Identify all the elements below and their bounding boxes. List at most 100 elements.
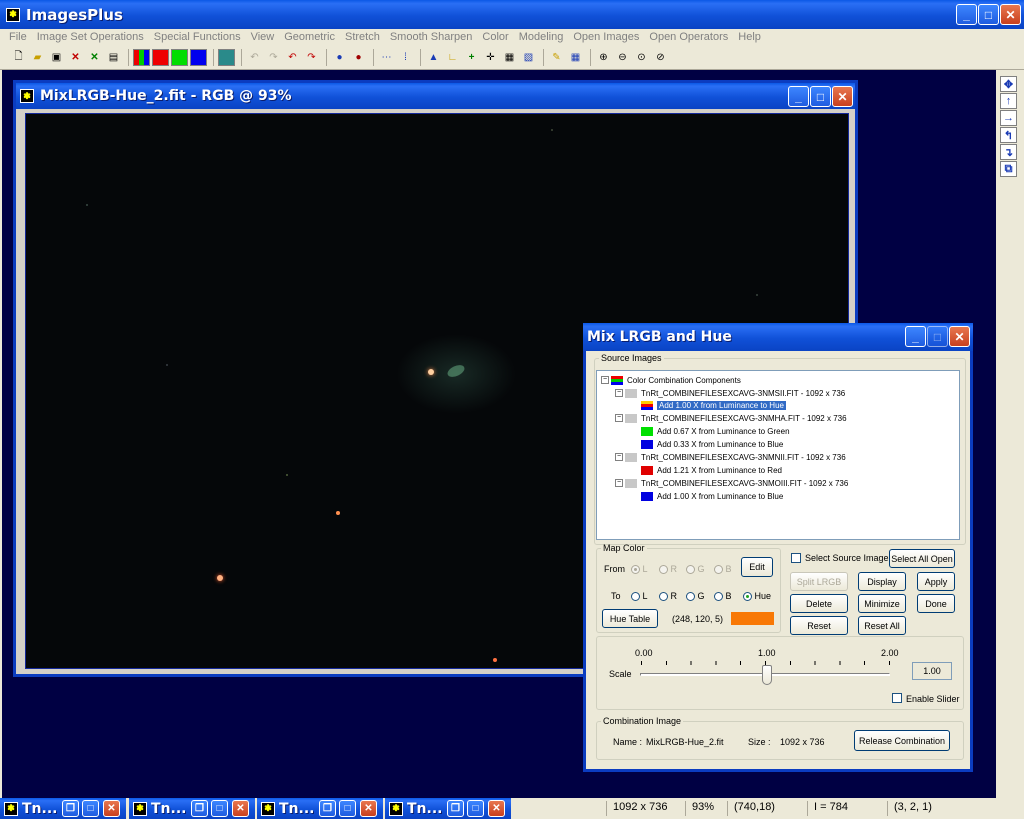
restore-icon[interactable]: ❐	[447, 800, 464, 817]
tree-root[interactable]: − Color Combination Components	[601, 374, 741, 386]
reset-button[interactable]: Reset	[790, 616, 848, 635]
save-icon[interactable]: ▣	[48, 49, 65, 66]
tree-file[interactable]: − TnRt_COMBINEFILESEXCAVG-3NMOIII.FIT - …	[615, 477, 848, 489]
release-combination-button[interactable]: Release Combination	[854, 730, 950, 751]
tree-file[interactable]: − TnRt_COMBINEFILESEXCAVG-3NMNII.FIT - 1…	[615, 451, 846, 463]
scale-thumb[interactable]	[762, 665, 772, 685]
from-radio-r[interactable]: R	[659, 564, 677, 575]
from-radio-g[interactable]: G	[686, 564, 705, 575]
redo-icon[interactable]: ↷	[303, 49, 320, 66]
tree-operation[interactable]: Add 0.33 X from Luminance to Blue	[641, 438, 783, 450]
redo-disabled-icon[interactable]: ↷	[265, 49, 282, 66]
close-icon[interactable]: ✕	[488, 800, 505, 817]
grid-icon[interactable]	[218, 48, 235, 66]
arrow-turn-left-icon[interactable]: ↰	[1000, 127, 1017, 143]
zoom-actual-icon[interactable]: ⊘	[652, 49, 669, 66]
image-maximize-icon[interactable]: □	[810, 86, 831, 107]
zoom-in-icon[interactable]: ⊕	[595, 49, 612, 66]
menu-geometric[interactable]: Geometric	[279, 31, 340, 43]
image-minimize-icon[interactable]: _	[788, 86, 809, 107]
red-drop-icon[interactable]: ●	[350, 49, 367, 66]
tree-operation[interactable]: Add 1.21 X from Luminance to Red	[641, 464, 782, 476]
collapse-icon[interactable]: −	[615, 453, 623, 461]
tree-operation[interactable]: Add 1.00 X from Luminance to Blue	[641, 490, 783, 502]
close-all-icon[interactable]: ✕	[86, 49, 103, 66]
edit-button[interactable]: Edit	[741, 557, 773, 577]
color-swatch[interactable]	[731, 612, 774, 625]
close-image-icon[interactable]: ✕	[67, 49, 84, 66]
minimize-icon[interactable]: _	[956, 4, 977, 25]
new-file-icon[interactable]: 🗋	[10, 49, 27, 66]
curve-icon[interactable]: ∟	[444, 49, 461, 66]
split-lrgb-button[interactable]: Split LRGB	[790, 572, 848, 591]
restore-icon[interactable]: ❐	[191, 800, 208, 817]
minimized-window-2[interactable]: ❃ Tn... ❐ □ ✕	[129, 798, 255, 819]
close-icon[interactable]: ✕	[1000, 4, 1021, 25]
app-title-bar[interactable]: ❃ ImagesPlus _ □ ✕	[0, 0, 1024, 29]
minimized-window-1[interactable]: ❃ Tn... ❐ □ ✕	[0, 798, 126, 819]
from-radio-l[interactable]: L	[631, 564, 648, 575]
undo-disabled-icon[interactable]: ↶	[246, 49, 263, 66]
menu-color[interactable]: Color	[477, 31, 513, 43]
mix-lrgb-hue-dialog[interactable]: Mix LRGB and Hue _ □ ✕ Source Images − C…	[583, 323, 973, 772]
menu-stretch[interactable]: Stretch	[340, 31, 385, 43]
scale-value-field[interactable]: 1.00	[912, 662, 952, 680]
collapse-icon[interactable]: −	[615, 414, 623, 422]
maximize-icon[interactable]: □	[339, 800, 356, 817]
image-window-title-bar[interactable]: ❃ MixLRGB-Hue_2.fit - RGB @ 93% _ □ ✕	[16, 83, 855, 109]
collapse-icon[interactable]: −	[601, 376, 609, 384]
maximize-icon[interactable]: □	[211, 800, 228, 817]
restore-icon[interactable]: ❐	[319, 800, 336, 817]
menu-image-set-operations[interactable]: Image Set Operations	[32, 31, 149, 43]
dialog-minimize-icon[interactable]: _	[905, 326, 926, 347]
display-button[interactable]: Display	[858, 572, 906, 591]
maximize-icon[interactable]: □	[978, 4, 999, 25]
maximize-icon[interactable]: □	[467, 800, 484, 817]
zoom-fit-icon[interactable]: ⊙	[633, 49, 650, 66]
apply-button[interactable]: Apply	[917, 572, 955, 591]
from-radio-b[interactable]: B	[714, 564, 732, 575]
points-icon[interactable]: ⁞	[397, 49, 414, 66]
dialog-title-bar[interactable]: Mix LRGB and Hue _ □ ✕	[583, 323, 973, 351]
pencil-icon[interactable]: ✎	[548, 49, 565, 66]
dialog-close-icon[interactable]: ✕	[949, 326, 970, 347]
minimized-window-3[interactable]: ❃ Tn... ❐ □ ✕	[257, 798, 383, 819]
table-icon[interactable]: ▦	[567, 49, 584, 66]
close-icon[interactable]: ✕	[360, 800, 377, 817]
red-channel-icon[interactable]	[152, 48, 169, 66]
menu-help[interactable]: Help	[733, 31, 766, 43]
reset-all-button[interactable]: Reset All	[858, 616, 906, 635]
tree-file[interactable]: − TnRt_COMBINEFILESEXCAVG-3NMHA.FIT - 10…	[615, 412, 847, 424]
menu-open-operators[interactable]: Open Operators	[644, 31, 733, 43]
image-close-icon[interactable]: ✕	[832, 86, 853, 107]
collapse-icon[interactable]: −	[615, 479, 623, 487]
enable-slider-checkbox[interactable]	[892, 693, 902, 703]
to-radio-r[interactable]: R	[659, 591, 677, 602]
arrow-up-icon[interactable]: ↑	[1000, 93, 1017, 109]
print-icon[interactable]: ▤	[105, 49, 122, 66]
crosshair-icon[interactable]: ✛	[482, 49, 499, 66]
blue-channel-icon[interactable]	[190, 48, 207, 66]
done-button[interactable]: Done	[917, 594, 955, 613]
collapse-icon[interactable]: −	[615, 389, 623, 397]
move-icon[interactable]: ✥	[1000, 76, 1017, 92]
menu-smooth-sharpen[interactable]: Smooth Sharpen	[385, 31, 478, 43]
menu-open-images[interactable]: Open Images	[568, 31, 644, 43]
rgb-channels-icon[interactable]	[133, 48, 150, 66]
close-icon[interactable]: ✕	[232, 800, 249, 817]
menu-view[interactable]: View	[246, 31, 280, 43]
picture-icon[interactable]: ▧	[520, 49, 537, 66]
restore-icon[interactable]: ❐	[62, 800, 79, 817]
to-radio-hue[interactable]: Hue	[743, 591, 771, 602]
arrow-turn-down-icon[interactable]: ↴	[1000, 144, 1017, 160]
green-channel-icon[interactable]	[171, 48, 188, 66]
source-tree[interactable]: − Color Combination Components − TnRt_CO…	[596, 370, 960, 540]
tree-operation[interactable]: Add 1.00 X from Luminance to Hue	[641, 399, 786, 411]
menu-modeling[interactable]: Modeling	[514, 31, 569, 43]
tree-operation[interactable]: Add 0.67 X from Luminance to Green	[641, 425, 790, 437]
calculator-icon[interactable]: ▦	[501, 49, 518, 66]
copy-icon[interactable]: ⧉	[1000, 161, 1017, 177]
plus-icon[interactable]: +	[463, 49, 480, 66]
to-radio-b[interactable]: B	[714, 591, 732, 602]
dialog-maximize-icon[interactable]: □	[927, 326, 948, 347]
